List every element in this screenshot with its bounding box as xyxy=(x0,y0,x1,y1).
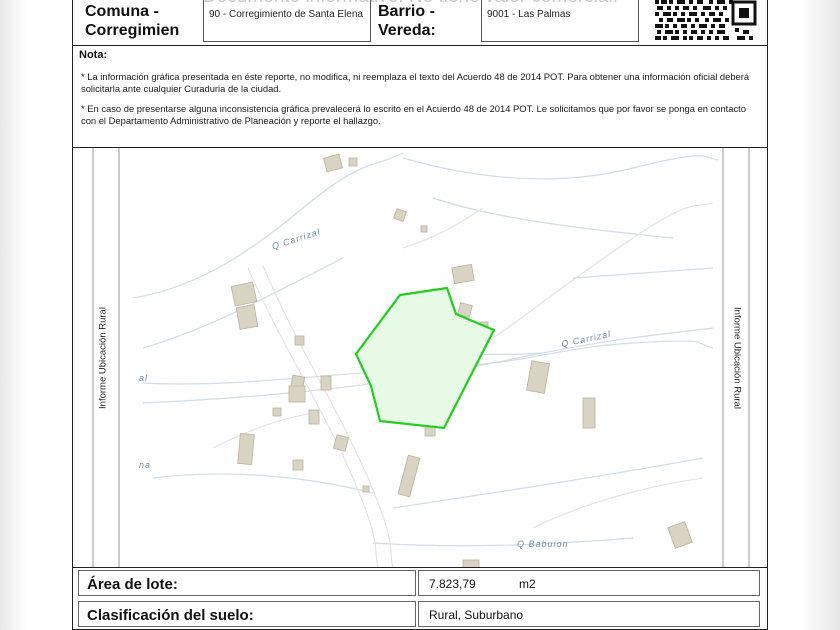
location-header: Documento informativo. No tiene valor co… xyxy=(72,0,768,46)
side-label-left: Informe Ubicación Rural xyxy=(97,307,109,409)
note-paragraph-2: * En caso de presentarse alguna inconsis… xyxy=(81,103,746,126)
comuna-value: 90 - Corregimiento de Santa Elena xyxy=(209,9,363,20)
barrio-value: 9001 - Las Palmas xyxy=(487,9,571,20)
page-edge-left xyxy=(0,0,28,630)
street-label-babuion: Q Babuion xyxy=(517,539,569,549)
area-unit: m2 xyxy=(519,577,536,591)
clasificacion-label-cell: Clasificación del suelo: xyxy=(78,601,416,627)
barrio-label: Barrio - Vereda: xyxy=(378,3,436,39)
street-fragment-al: al xyxy=(139,373,149,383)
page-edge-right xyxy=(800,0,840,630)
lot-info-table: Área de lote: 7.823,79 m2 Clasificación … xyxy=(72,568,768,630)
area-label-cell: Área de lote: xyxy=(78,570,416,596)
note-section: Nota: * La información gráfica presentad… xyxy=(72,46,768,148)
clasificacion-row: Clasificación del suelo: Rural, Suburban… xyxy=(78,601,764,627)
side-label-right: Informe Ubicación Rural xyxy=(731,307,743,409)
clasificacion-value: Rural, Suburbano xyxy=(429,608,524,622)
qr-code-icon xyxy=(653,0,757,42)
note-title: Nota: xyxy=(79,49,108,61)
street-fragment-na: na xyxy=(139,460,152,470)
clasificacion-value-cell: Rural, Suburbano xyxy=(418,601,760,627)
barrio-value-box: 9001 - Las Palmas xyxy=(481,0,639,42)
comuna-value-box: 90 - Corregimiento de Santa Elena xyxy=(203,0,371,42)
note-paragraph-1: * La información gráfica presentada en é… xyxy=(81,71,750,94)
area-label: Área de lote: xyxy=(87,576,178,593)
area-row: Área de lote: 7.823,79 m2 xyxy=(78,570,764,596)
clasificacion-label: Clasificación del suelo: xyxy=(87,607,254,624)
comuna-label: Comuna - Corregimien xyxy=(85,3,180,39)
area-value: 7.823,79 xyxy=(429,577,476,591)
location-map: Informe Ubicación Rural Informe Ubicació… xyxy=(72,148,768,568)
area-value-cell: 7.823,79 m2 xyxy=(418,570,760,596)
map-canvas xyxy=(73,148,767,567)
